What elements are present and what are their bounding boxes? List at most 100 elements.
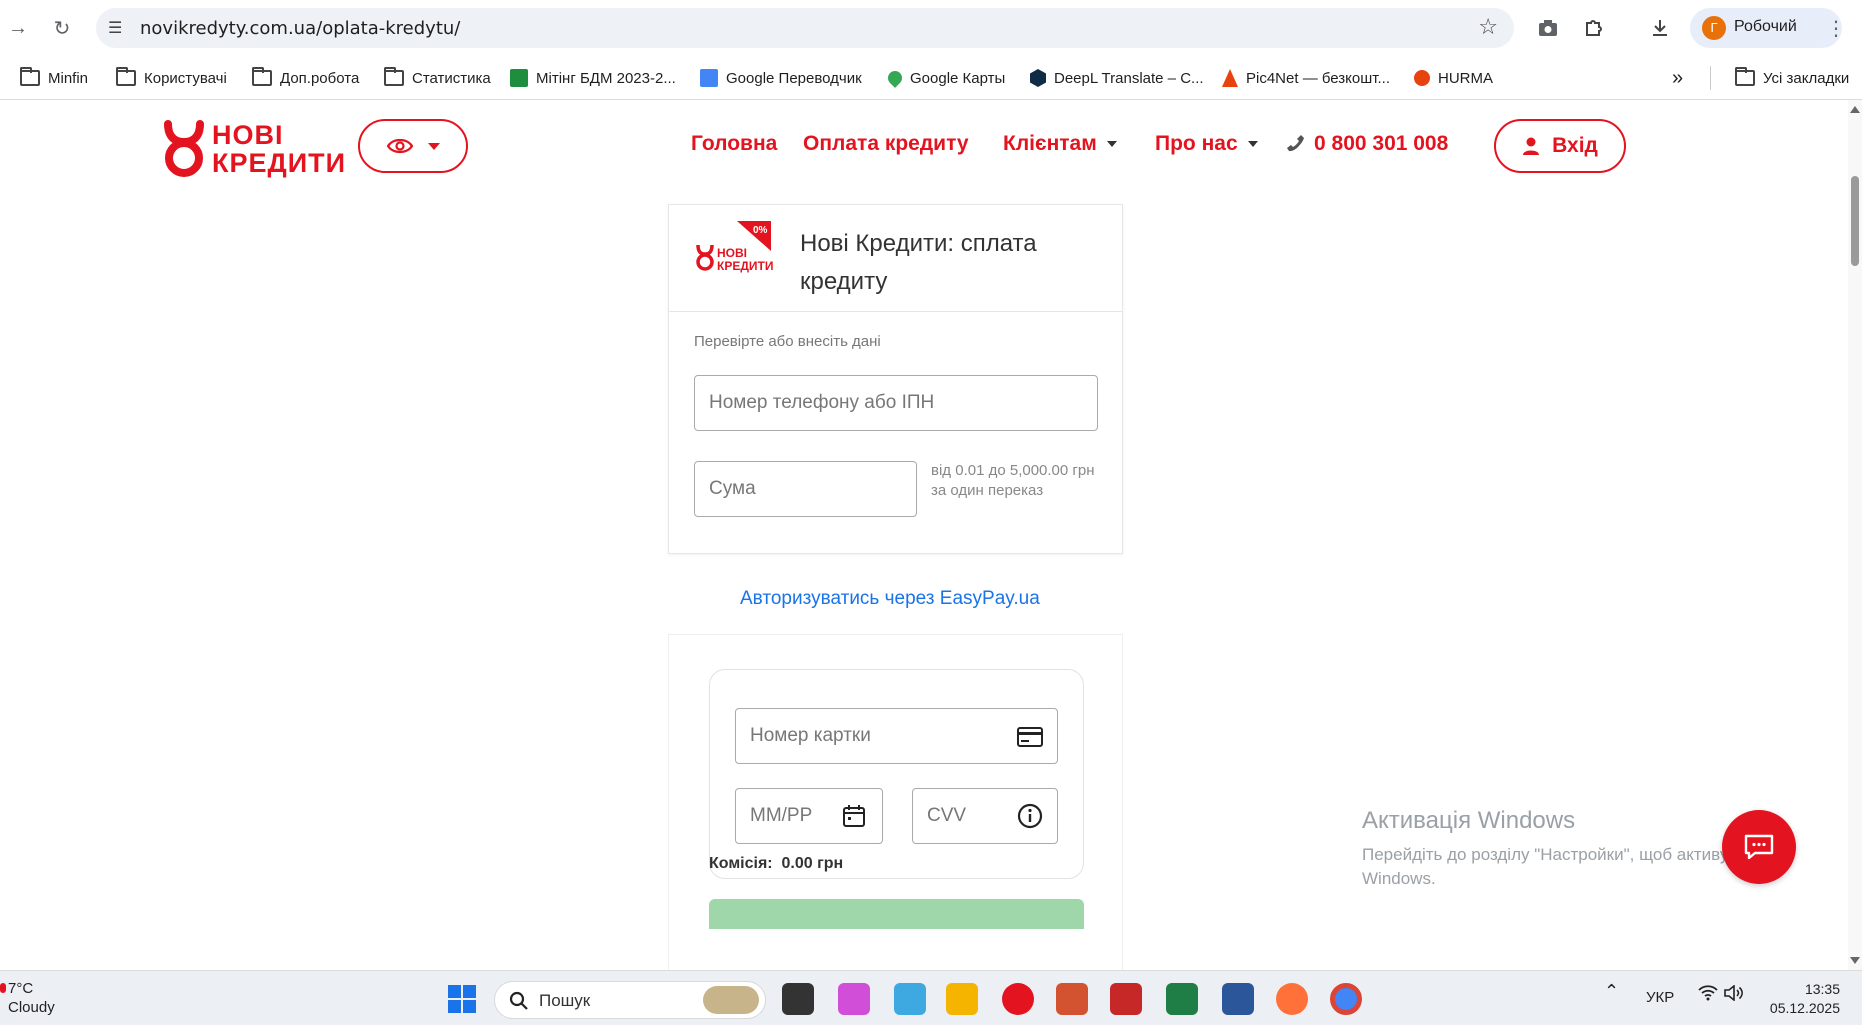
- bookmark-item[interactable]: Google Карты: [885, 66, 1005, 90]
- language-indicator[interactable]: УКР: [1646, 989, 1674, 1006]
- discount-badge: 0%: [753, 225, 768, 236]
- scroll-up-icon[interactable]: [1850, 106, 1860, 113]
- more-bookmarks-button[interactable]: »: [1672, 66, 1683, 90]
- cvv-input[interactable]: CVV: [912, 788, 1058, 844]
- expiry-date-input[interactable]: ММ/РР: [735, 788, 883, 844]
- bookmark-item[interactable]: Minfin: [20, 66, 88, 90]
- url-text[interactable]: novikredyty.com.ua/oplata-kredytu/: [140, 18, 460, 39]
- screenshot-icon[interactable]: [1530, 10, 1566, 46]
- page-scrollbar[interactable]: [1848, 100, 1862, 970]
- card-title: Нові Кредити: сплата кредиту: [800, 230, 1037, 295]
- excel-icon[interactable]: [1166, 983, 1198, 1015]
- folder-icon: [1735, 67, 1755, 86]
- bookmark-item[interactable]: Pic4Net — безкошт...: [1222, 66, 1390, 90]
- commission-row: Комісія: 0.00 грн: [709, 855, 843, 873]
- caret-down-icon: [1247, 141, 1258, 148]
- scroll-thumb[interactable]: [1851, 176, 1859, 266]
- caret-down-icon: [1106, 141, 1117, 148]
- phone-or-tax-id-input[interactable]: Номер телефону або ІПН: [694, 375, 1098, 431]
- powerpoint-icon[interactable]: [1056, 983, 1088, 1015]
- wifi-icon[interactable]: [1698, 985, 1718, 1005]
- taskbar-search[interactable]: Пошук: [494, 981, 766, 1019]
- nav-home[interactable]: Головна: [691, 132, 777, 156]
- creative-cloud-icon[interactable]: [838, 983, 870, 1015]
- hurma-icon: [1414, 70, 1430, 86]
- web-page: НОВІ КРЕДИТИ Головна Оплата кредиту Кліє…: [0, 100, 1848, 970]
- file-explorer-icon[interactable]: [946, 983, 978, 1015]
- payment-card: 0% НОВІ КРЕДИТИ Нові Кредити: сплата кре…: [668, 204, 1123, 554]
- translate-icon: [700, 69, 718, 87]
- nav-payment[interactable]: Оплата кредиту: [803, 132, 969, 156]
- downloads-icon[interactable]: [1642, 10, 1678, 46]
- search-icon: [509, 991, 528, 1010]
- chrome-icon[interactable]: [1330, 983, 1362, 1015]
- bookmark-item[interactable]: Статистика: [384, 66, 491, 90]
- bookmark-item[interactable]: HURMA: [1414, 66, 1493, 90]
- login-button[interactable]: Вхід: [1494, 119, 1626, 173]
- eye-icon: [386, 138, 414, 154]
- avatar: Г: [1702, 16, 1726, 40]
- easypay-auth-link[interactable]: Авторизуватись через EasyPay.ua: [740, 588, 1040, 610]
- opera-icon[interactable]: [1002, 983, 1034, 1015]
- pic4net-icon: [1222, 69, 1238, 87]
- bookmark-item[interactable]: Google Переводчик: [700, 66, 862, 90]
- nav-phone[interactable]: 0 800 301 008: [1286, 132, 1448, 156]
- start-button[interactable]: [448, 985, 476, 1013]
- firefox-icon[interactable]: [1276, 983, 1308, 1015]
- nav-clients[interactable]: Клієнтам: [1003, 132, 1117, 156]
- windows-logo-icon: [448, 985, 476, 1013]
- tray-expand-icon[interactable]: ⌃: [1604, 981, 1619, 1002]
- info-icon[interactable]: [1017, 803, 1043, 829]
- bookmark-item[interactable]: Доп.робота: [252, 66, 359, 90]
- merchant-logo: 0% НОВІ КРЕДИТИ: [695, 221, 773, 277]
- deepl-icon: [1030, 69, 1046, 87]
- browser-toolbar: → ↻ ☰ novikredyty.com.ua/oplata-kredytu/…: [0, 0, 1862, 56]
- extensions-icon[interactable]: [1576, 10, 1612, 46]
- bookmark-item[interactable]: Мітінг БДМ 2023-2...: [510, 66, 676, 90]
- amount-range-hint: від 0.01 до 5,000.00 грн за один переказ: [931, 462, 1095, 499]
- phone-icon: [1287, 135, 1304, 152]
- commission-label: Комісія:: [709, 855, 773, 872]
- logo-line1: НОВІ: [212, 120, 284, 150]
- pay-button[interactable]: [709, 899, 1084, 929]
- nav-about[interactable]: Про нас: [1155, 132, 1258, 156]
- task-view-icon[interactable]: [782, 983, 814, 1015]
- snipping-tool-icon[interactable]: [894, 983, 926, 1015]
- forward-icon[interactable]: →: [0, 10, 36, 46]
- commission-value: 0.00 грн: [781, 855, 844, 872]
- bookmark-star-icon[interactable]: ☆: [1478, 14, 1498, 40]
- all-bookmarks-button[interactable]: Усі закладки: [1710, 66, 1849, 90]
- bookmark-item[interactable]: Користувачі: [116, 66, 227, 90]
- clock[interactable]: 13:35 05.12.2025: [1768, 980, 1840, 1018]
- accessibility-button[interactable]: [358, 119, 468, 173]
- card-details-box: Номер картки ММ/РР CVV: [709, 669, 1084, 879]
- logo-mark-icon: [162, 120, 206, 178]
- windows-taskbar: 7°C Cloudy Пошук ⌃ УКР 13:35 05.12.2025: [0, 970, 1862, 1025]
- weather-widget[interactable]: 7°C Cloudy: [0, 979, 55, 1017]
- card-number-input[interactable]: Номер картки: [735, 708, 1058, 764]
- profile-name: Робочий: [1734, 18, 1797, 35]
- caret-down-icon: [428, 142, 440, 150]
- chat-button[interactable]: [1722, 810, 1796, 884]
- reload-icon[interactable]: ↻: [44, 10, 80, 46]
- site-settings-icon[interactable]: ☰: [108, 18, 128, 38]
- card-payment-form: Номер картки ММ/РР CVV Комісія: 0.00 грн: [668, 634, 1123, 970]
- site-logo[interactable]: НОВІ КРЕДИТИ: [162, 118, 346, 180]
- menu-icon[interactable]: ⋮: [1818, 10, 1854, 46]
- card-header: 0% НОВІ КРЕДИТИ Нові Кредити: сплата кре…: [669, 205, 1122, 312]
- scroll-down-icon[interactable]: [1850, 957, 1860, 964]
- folder-icon: [252, 67, 272, 86]
- pdf-app-icon[interactable]: [1110, 983, 1142, 1015]
- folder-icon: [384, 67, 404, 86]
- weather-icon: [0, 983, 6, 993]
- bookmark-item[interactable]: DeepL Translate – С...: [1030, 66, 1204, 90]
- amount-input[interactable]: Сума: [694, 461, 917, 517]
- credit-card-icon: [1017, 727, 1043, 747]
- form-hint: Перевірте або внесіть дані: [694, 333, 881, 350]
- volume-icon[interactable]: [1724, 984, 1744, 1005]
- word-icon[interactable]: [1222, 983, 1254, 1015]
- folder-icon: [116, 67, 136, 86]
- address-bar[interactable]: ☰ novikredyty.com.ua/oplata-kredytu/ ☆: [96, 8, 1514, 48]
- calendar-icon: [843, 805, 865, 827]
- maps-icon: [885, 68, 905, 88]
